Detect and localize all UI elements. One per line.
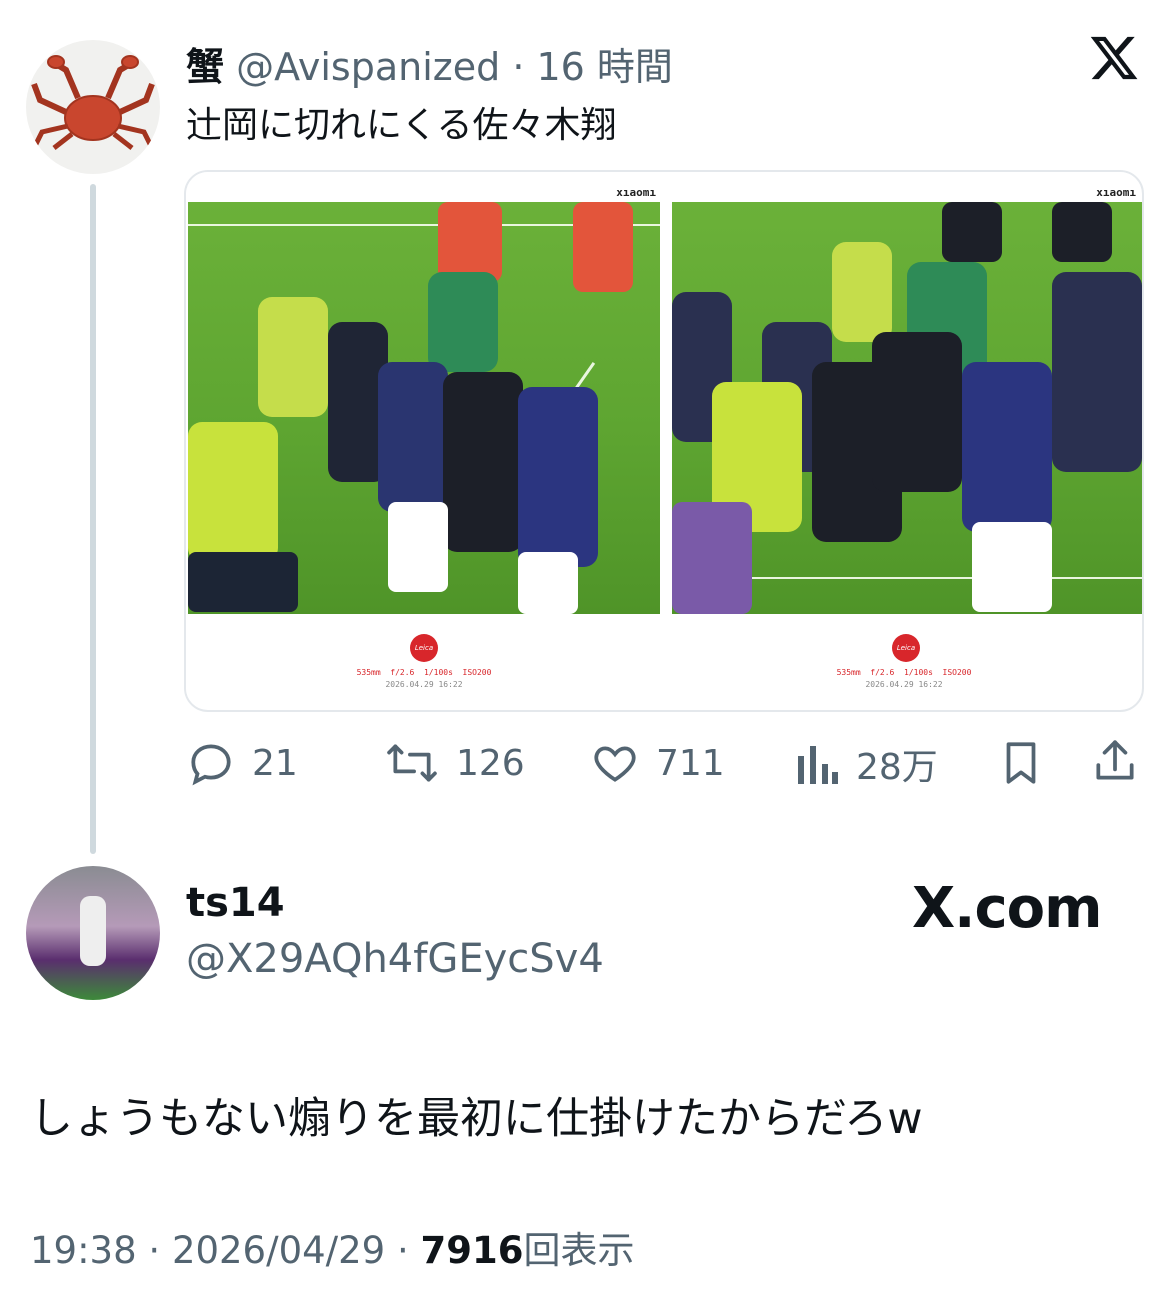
quoted-display-name[interactable]: 蟹 [186,45,224,89]
x-logo-icon[interactable] [1088,32,1140,84]
bookmark-icon[interactable] [996,738,1046,792]
x-com-label: X.com [912,876,1102,941]
reply-view-count: 7916 [420,1229,524,1272]
reply-timestamp: 19:38 · 2026/04/29 · 7916回表示 [30,1220,634,1274]
separator-dot: · [396,1229,409,1272]
leica-logo-icon: Leica [410,634,438,662]
views-button[interactable]: 28万 [796,738,938,790]
view-count: 28万 [856,747,938,788]
quoted-tweet-text: 辻岡に切れにくる佐々木翔 [186,105,617,146]
photo-datetime: 2026.04.29 16:22 [865,680,943,689]
media-photo-1[interactable]: xıaomı Leica 535mm f/2.6 1/100s ISO200 2… [186,172,662,708]
reply-view-label: 回表示 [523,1229,635,1272]
brand-label: xıaomı [616,186,656,199]
leica-logo-icon: Leica [892,634,920,662]
quoted-avatar[interactable] [26,40,160,174]
retweet-count: 126 [456,742,525,784]
exif-text: 535mm f/2.6 1/100s ISO200 [836,668,972,677]
quoted-header: 蟹 @Avispanized · 16 時間 [186,36,673,91]
reply-time: 19:38 [30,1229,137,1272]
reply-avatar[interactable] [26,866,160,1000]
reply-display-name[interactable]: ts14 [186,880,285,926]
separator-dot: · [148,1229,161,1272]
thread-line [90,184,96,854]
heart-icon [590,738,640,788]
like-count: 711 [656,742,725,784]
media-card[interactable]: xıaomı Leica 535mm f/2.6 1/100s ISO200 2… [184,170,1144,712]
football-photo [672,202,1142,614]
player-figure [80,896,106,966]
separator-dot: · [512,45,525,89]
retweet-icon [384,738,440,788]
reply-button[interactable]: 21 [186,738,298,788]
reply-handle[interactable]: @X29AQh4fGEycSv4 [186,936,604,982]
brand-label: xıaomı [1096,186,1136,199]
quoted-time[interactable]: 16 時間 [537,45,673,89]
quoted-handle[interactable]: @Avispanized [236,45,500,89]
photo-datetime: 2026.04.29 16:22 [385,680,463,689]
football-photo [188,202,660,614]
leica-watermark: Leica [414,644,434,652]
like-button[interactable]: 711 [590,738,725,788]
reply-date: 2026/04/29 [171,1229,386,1272]
reply-icon [186,738,236,788]
crab-icon [31,55,155,150]
reply-count: 21 [252,742,298,784]
reply-text: しょうもない煽りを最初に仕掛けたからだろw [30,1094,923,1144]
retweet-button[interactable]: 126 [384,738,525,788]
exif-text: 535mm f/2.6 1/100s ISO200 [356,668,492,677]
bar-chart-icon [796,739,840,789]
share-icon[interactable] [1090,736,1140,790]
leica-watermark: Leica [896,644,916,652]
media-photo-2[interactable]: xıaomı Leica 535mm f/2.6 1/100s ISO200 2… [668,172,1142,708]
